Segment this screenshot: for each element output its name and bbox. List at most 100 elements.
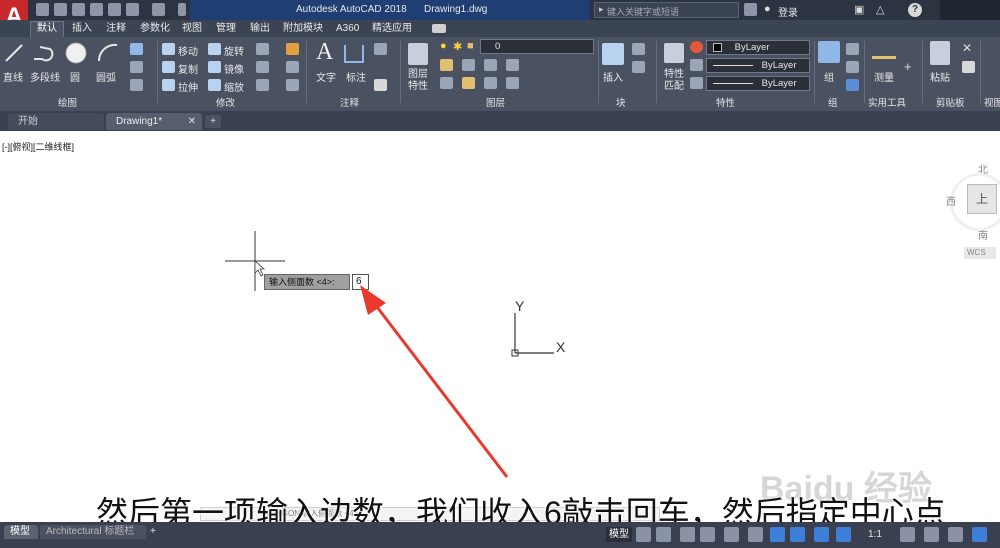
tab-parametric[interactable]: 参数化 (140, 22, 170, 36)
arc-button[interactable]: 圆弧 (96, 69, 116, 84)
viewport-controls[interactable]: [-][俯视][二维线框] (2, 140, 74, 153)
tab-addins[interactable]: 附加模块 (283, 22, 323, 36)
redo-icon[interactable] (152, 3, 165, 16)
plot-icon[interactable] (108, 3, 121, 16)
save-as-icon[interactable] (90, 3, 103, 16)
layer-tool-icon[interactable] (462, 59, 475, 71)
help-button[interactable]: ? (908, 3, 922, 17)
mirror-button[interactable]: 镜像 (224, 61, 244, 76)
clipboard-group-label[interactable]: 剪贴板 (936, 97, 965, 110)
start-tab[interactable]: 开始 (8, 113, 104, 130)
new-tab-button[interactable]: + (205, 115, 221, 128)
explode-icon[interactable] (286, 61, 299, 73)
tab-view[interactable]: 视图 (182, 22, 202, 36)
osnap-toggle-icon[interactable] (748, 527, 763, 542)
rectangle-icon[interactable] (130, 43, 143, 55)
paste-button[interactable]: 粘贴 (930, 69, 950, 84)
drawing-area[interactable]: [-][俯视][二维线框] 北 西 上 南 WCS 输入侧面数 <4>: 6 Y… (0, 131, 1000, 531)
open-file-icon[interactable] (54, 3, 67, 16)
array-icon[interactable] (256, 79, 269, 91)
polyline-button[interactable]: 多段线 (30, 69, 60, 84)
tab-featured-apps[interactable]: 精选应用 (372, 22, 412, 36)
annotation-group-label[interactable]: 注释 (340, 97, 359, 110)
isodraft-toggle-icon[interactable] (724, 527, 739, 542)
hardware-acceleration-icon[interactable] (948, 527, 963, 542)
text-button[interactable]: 文字 (316, 69, 336, 84)
workspace-gear-icon[interactable] (900, 527, 915, 542)
arc-icon[interactable] (96, 41, 120, 65)
tab-output[interactable]: 输出 (250, 22, 270, 36)
block-group-label[interactable]: 块 (616, 97, 626, 110)
circle-icon[interactable] (64, 41, 88, 65)
layers-group-label[interactable]: 图层 (486, 97, 505, 110)
erase-icon[interactable] (286, 43, 299, 55)
rotate-button[interactable]: 旋转 (224, 43, 244, 58)
a360-icon[interactable]: △ (876, 3, 884, 16)
drawing-tab[interactable]: Drawing1* ✕ (106, 113, 202, 130)
bulb-icon[interactable]: ● (440, 40, 447, 52)
modify-group-label[interactable]: 修改 (216, 97, 235, 110)
login-link[interactable]: 登录 (778, 4, 798, 19)
copy-button[interactable]: 复制 (178, 61, 198, 76)
layout-tab[interactable]: Architectural 标题栏 (40, 525, 146, 539)
polyline-icon[interactable] (32, 41, 54, 65)
isolate-objects-icon[interactable] (924, 527, 939, 542)
create-block-icon[interactable] (632, 43, 645, 55)
layer-tool-icon[interactable] (506, 77, 519, 89)
annotation-visibility-icon[interactable] (836, 527, 851, 542)
group-select-icon[interactable] (846, 79, 859, 91)
user-icon[interactable]: ● (764, 3, 771, 15)
search-button-icon[interactable] (744, 3, 757, 16)
add-layout-button[interactable]: + (150, 526, 156, 537)
ribbon-toggle-icon[interactable] (432, 24, 446, 33)
layer-tool-icon[interactable] (484, 59, 497, 71)
stretch-button[interactable]: 拉伸 (178, 79, 198, 94)
crosshair-icon[interactable]: + (904, 59, 912, 74)
window-controls[interactable] (940, 0, 1000, 20)
layer-tool-icon[interactable] (506, 59, 519, 71)
search-box[interactable]: ▸ 键入关键字或短语 (594, 2, 739, 18)
lineweight-icon[interactable] (690, 77, 703, 89)
layer-tool-icon[interactable] (484, 77, 497, 89)
match-properties-button[interactable]: 特性匹配 (664, 69, 686, 93)
boundary-icon[interactable] (130, 79, 143, 91)
wcs-menu[interactable]: WCS (964, 247, 996, 259)
compass-south[interactable]: 南 (978, 227, 988, 242)
linetype-icon[interactable] (690, 59, 703, 71)
copy-clip-icon[interactable] (962, 61, 975, 73)
layer-tool-icon[interactable] (462, 77, 475, 89)
cut-icon[interactable]: ✕ (962, 41, 972, 55)
compass-west[interactable]: 西 (946, 193, 956, 208)
table-icon[interactable] (374, 79, 387, 91)
groups-group-label[interactable]: 组 (828, 97, 838, 110)
tab-annotate[interactable]: 注释 (106, 22, 126, 36)
color-wheel-icon[interactable] (690, 41, 703, 53)
viewcube[interactable]: 北 西 上 南 WCS (940, 155, 1000, 285)
line-button[interactable]: 直线 (3, 69, 23, 84)
draw-group-label[interactable]: 绘图 (58, 97, 77, 110)
insert-block-button[interactable]: 插入 (603, 69, 623, 84)
properties-group-label[interactable]: 特性 (716, 97, 735, 110)
viewcube-top-face[interactable]: 上 (967, 184, 997, 214)
tab-home[interactable]: 默认 (30, 21, 64, 37)
polar-toggle-icon[interactable] (700, 527, 715, 542)
ortho-toggle-icon[interactable] (680, 527, 695, 542)
tab-a360[interactable]: A360 (336, 22, 359, 36)
lineweight-dropdown[interactable]: ByLayer (706, 76, 810, 91)
move-button[interactable]: 移动 (178, 43, 198, 58)
snap-toggle-icon[interactable] (656, 527, 671, 542)
circle-button[interactable]: 圆 (70, 69, 80, 84)
layer-tool-icon[interactable] (440, 77, 453, 89)
fillet-icon[interactable] (256, 61, 269, 73)
customize-qat-icon[interactable] (178, 3, 186, 16)
dimension-button[interactable]: 标注 (346, 69, 366, 84)
linetype-dropdown[interactable]: ByLayer (706, 58, 810, 73)
offset-icon[interactable] (286, 79, 299, 91)
model-space-button[interactable]: 模型 (606, 527, 632, 542)
new-file-icon[interactable] (36, 3, 49, 16)
layer-properties-button[interactable]: 图层特性 (408, 69, 430, 93)
scale-button[interactable]: 缩放 (224, 79, 244, 94)
model-layout-tab[interactable]: 模型 (4, 525, 38, 539)
edit-block-icon[interactable] (632, 61, 645, 73)
grid-toggle-icon[interactable] (636, 527, 651, 542)
